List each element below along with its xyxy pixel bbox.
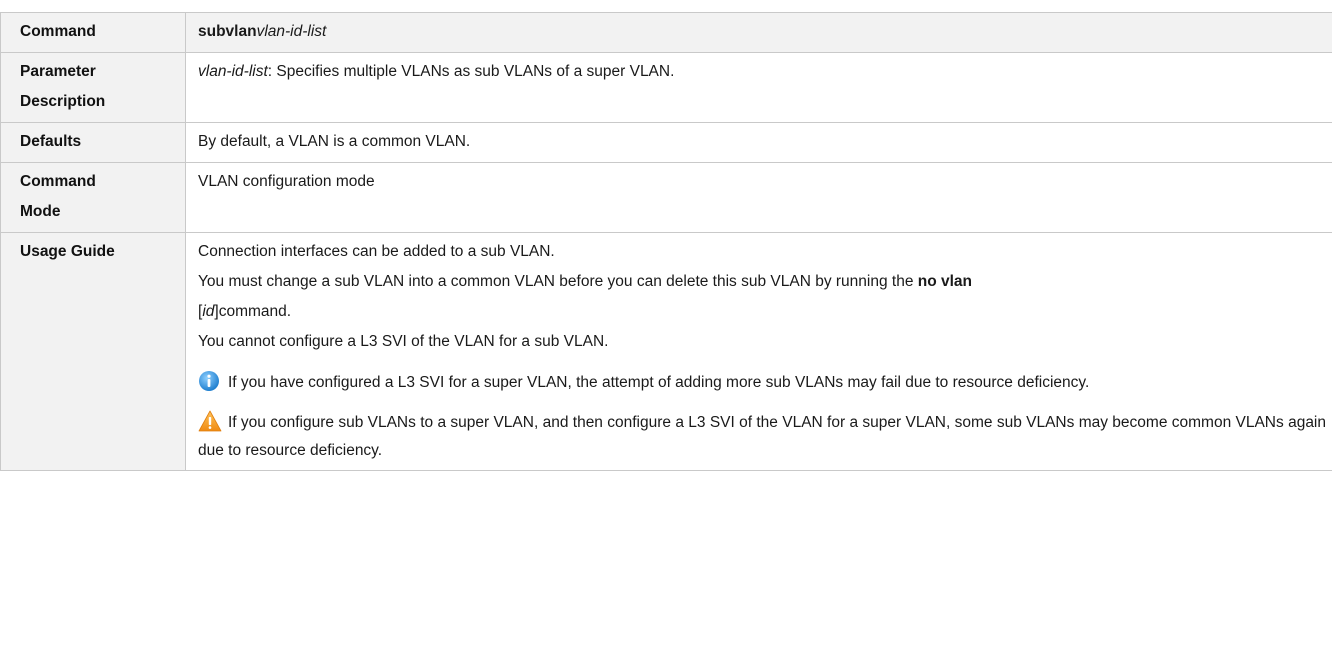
label-usage-guide: Usage Guide [0, 232, 186, 471]
label-command: Command [0, 12, 186, 53]
usage-p3-arg: id [202, 303, 215, 320]
usage-paragraph-1: Connection interfaces can be added to a … [198, 243, 555, 260]
label-defaults: Defaults [0, 122, 186, 163]
command-syntax: subvlanvlan-id-list [185, 12, 1332, 53]
usage-p3-close: ]command. [214, 303, 292, 320]
row-command-mode: Command Mode VLAN configuration mode [0, 162, 1332, 233]
label-command-mode: Command Mode [0, 162, 186, 233]
usage-paragraph-2: You must change a sub VLAN into a common… [198, 267, 1326, 297]
info-note: If you have configured a L3 SVI for a su… [198, 369, 1326, 397]
usage-p2-command: no vlan [917, 273, 973, 290]
warning-note: If you configure sub VLANs to a super VL… [198, 409, 1326, 465]
row-command: Command subvlanvlan-id-list [0, 12, 1332, 53]
usage-p2-text: You must change a sub VLAN into a common… [198, 273, 918, 290]
usage-guide-content: Connection interfaces can be added to a … [185, 232, 1332, 471]
warning-note-text: If you configure sub VLANs to a super VL… [198, 414, 1326, 459]
usage-paragraph-4: You cannot configure a L3 SVI of the VLA… [198, 333, 609, 350]
label-parameter-line1: Parameter [20, 63, 96, 80]
label-mode-line2: Mode [20, 203, 61, 220]
label-parameter-line2: Description [20, 93, 106, 110]
command-reference-table: Command subvlanvlan-id-list Parameter De… [0, 12, 1332, 471]
row-parameter-description: Parameter Description vlan-id-list: Spec… [0, 52, 1332, 123]
command-mode-text: VLAN configuration mode [185, 162, 1332, 233]
parameter-text: : Specifies multiple VLANs as sub VLANs … [267, 63, 675, 80]
parameter-description: vlan-id-list: Specifies multiple VLANs a… [185, 52, 1332, 123]
info-icon [198, 370, 222, 392]
info-note-text: If you have configured a L3 SVI for a su… [228, 374, 1090, 391]
parameter-name: vlan-id-list [198, 63, 268, 80]
defaults-text: By default, a VLAN is a common VLAN. [185, 122, 1332, 163]
label-parameter-description: Parameter Description [0, 52, 186, 123]
command-argument: vlan-id-list [256, 23, 327, 40]
row-defaults: Defaults By default, a VLAN is a common … [0, 122, 1332, 163]
command-keyword: subvlan [198, 23, 257, 40]
usage-paragraph-3: [id]command. [198, 297, 1326, 327]
label-mode-line1: Command [20, 173, 96, 190]
warning-icon [198, 410, 222, 432]
row-usage-guide: Usage Guide Connection interfaces can be… [0, 232, 1332, 471]
